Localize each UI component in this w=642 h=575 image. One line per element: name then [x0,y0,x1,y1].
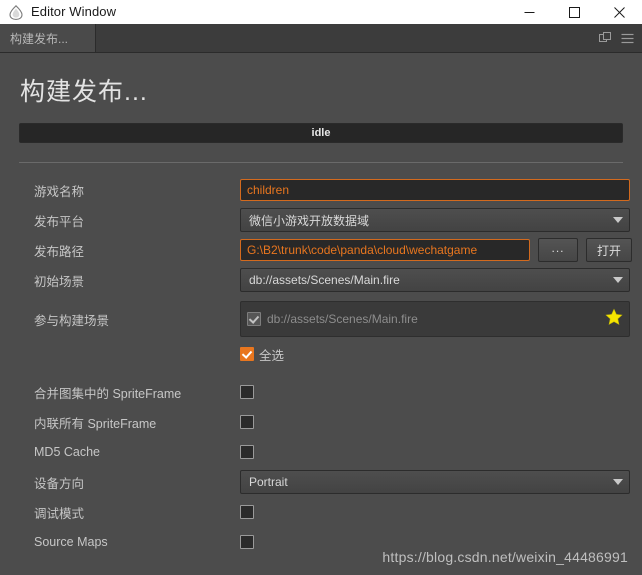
select-all-label: 全选 [259,348,285,363]
included-scenes-list: db://assets/Scenes/Main.fire [240,301,630,337]
label-inline-spriteframe: 内联所有 SpriteFrame [34,416,157,431]
orientation-select[interactable]: Portrait [240,470,630,494]
field-debug-mode [240,503,254,521]
panel-menu-button[interactable] [616,24,638,52]
maximize-icon [569,6,580,18]
close-button[interactable] [597,0,642,24]
field-row-platform: 发布平台 微信小游戏开放数据域 [0,205,642,235]
minimize-button[interactable] [507,0,552,24]
label-build-path: 发布路径 [34,244,85,259]
platform-select[interactable]: 微信小游戏开放数据域 [240,208,630,232]
field-row-start-scene: 初始场景 db://assets/Scenes/Main.fire [0,265,642,295]
field-md5-cache [240,443,254,461]
field-row-inline-spriteframe: 内联所有 SpriteFrame [0,407,642,437]
cocos-droplet-icon [8,4,24,20]
label-included-scenes: 参与构建场景 [34,313,110,328]
star-icon[interactable] [605,308,623,331]
progress-status-label: idle [311,127,331,139]
window-title: Editor Window [31,4,117,19]
field-start-scene: db://assets/Scenes/Main.fire [240,268,630,292]
source-maps-checkbox[interactable] [240,534,254,549]
scene-checkbox[interactable] [247,312,261,326]
field-row-debug-mode: 调试模式 [0,497,642,527]
select-all-checkbox[interactable] [240,347,254,361]
field-row-select-all: 全选 [0,343,642,365]
field-included-scenes: db://assets/Scenes/Main.fire [240,301,630,337]
tab-build-publish[interactable]: 构建发布... [0,24,96,52]
build-progress-bar: idle [19,123,623,143]
build-settings-form: 游戏名称 children 发布平台 微信小游戏开放数据域 发布路径 G:\B2… [0,175,642,557]
label-source-maps: Source Maps [34,535,108,549]
label-merge-spriteframe: 合并图集中的 SpriteFrame [34,386,182,401]
chevron-down-icon [613,479,623,485]
popout-icon [599,32,611,42]
browse-path-button[interactable]: ... [538,238,578,262]
section-divider [19,162,623,163]
select-all-control[interactable]: 全选 [240,345,284,364]
platform-select-value: 微信小游戏开放数据域 [249,213,370,228]
label-platform: 发布平台 [34,214,85,229]
label-orientation: 设备方向 [34,476,85,491]
field-orientation: Portrait [240,470,630,494]
page-title: 构建发布... [20,78,148,106]
field-inline-spriteframe [240,413,254,431]
chevron-down-icon [613,217,623,223]
tab-label: 构建发布... [10,31,69,46]
minimize-icon [524,11,535,13]
maximize-button[interactable] [552,0,597,24]
merge-spriteframe-checkbox[interactable] [240,384,254,399]
scene-name-label: db://assets/Scenes/Main.fire [267,312,418,326]
form-gap [0,365,642,377]
field-build-path: G:\B2\trunk\code\panda\cloud\wechatgame … [240,238,632,262]
label-debug-mode: 调试模式 [34,506,85,521]
field-row-included-scenes: 参与构建场景 db://assets/Scenes/Main.fire [0,295,642,343]
field-source-maps [240,533,254,551]
field-row-merge-spriteframe: 合并图集中的 SpriteFrame [0,377,642,407]
field-game-name: children [240,179,630,201]
field-row-md5-cache: MD5 Cache [0,437,642,467]
watermark-text: https://blog.csdn.net/weixin_44486991 [382,549,628,565]
build-path-input[interactable]: G:\B2\trunk\code\panda\cloud\wechatgame [240,239,530,261]
window-titlebar: Editor Window [0,0,642,25]
list-item[interactable]: db://assets/Scenes/Main.fire [247,312,605,326]
editor-window: Editor Window 构建发布... 构建发布... idle 游戏名称 … [0,0,642,575]
build-publish-panel: 构建发布... idle 游戏名称 children 发布平台 微信小游戏开放数… [0,53,642,575]
field-merge-spriteframe [240,383,254,401]
game-name-input[interactable]: children [240,179,630,201]
label-start-scene: 初始场景 [34,274,85,289]
tab-strip: 构建发布... [0,24,642,53]
field-platform: 微信小游戏开放数据域 [240,208,630,232]
field-row-orientation: 设备方向 Portrait [0,467,642,497]
field-row-game-name: 游戏名称 children [0,175,642,205]
label-game-name: 游戏名称 [34,184,85,199]
chevron-down-icon [613,277,623,283]
start-scene-select-value: db://assets/Scenes/Main.fire [249,273,400,287]
orientation-select-value: Portrait [249,475,288,489]
open-path-button[interactable]: 打开 [586,238,632,262]
md5-cache-checkbox[interactable] [240,444,254,459]
close-icon [614,6,625,18]
hamburger-menu-icon [621,33,633,43]
tabstrip-spacer [96,24,594,52]
field-row-build-path: 发布路径 G:\B2\trunk\code\panda\cloud\wechat… [0,235,642,265]
popout-button[interactable] [594,24,616,52]
inline-spriteframe-checkbox[interactable] [240,414,254,429]
label-md5-cache: MD5 Cache [34,445,100,459]
start-scene-select[interactable]: db://assets/Scenes/Main.fire [240,268,630,292]
debug-mode-checkbox[interactable] [240,504,254,519]
